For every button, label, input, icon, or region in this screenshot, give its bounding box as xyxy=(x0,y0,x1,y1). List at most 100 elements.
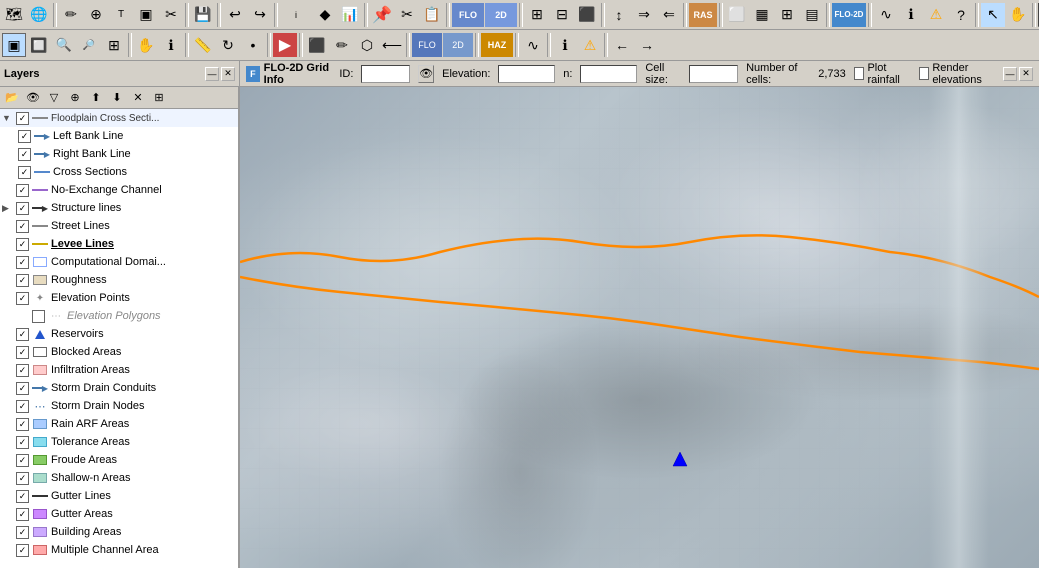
cb-tolerance-areas[interactable] xyxy=(16,436,29,449)
tb-table-btn[interactable]: ⬜ xyxy=(725,3,749,27)
tb-flo2d-btn2[interactable]: 2D xyxy=(485,3,517,27)
tb2-select2-btn[interactable]: ⬛ xyxy=(305,33,329,57)
cb-comp-domain[interactable] xyxy=(16,256,29,269)
plot-rainfall-checkbox[interactable] xyxy=(854,67,865,80)
tb2-polygon-btn[interactable]: ⬡ xyxy=(355,33,379,57)
tb-ras-btn[interactable]: RAS xyxy=(689,3,717,27)
tb-move-btn[interactable]: ↕ xyxy=(607,3,631,27)
cb-shallow-n-areas[interactable] xyxy=(16,472,29,485)
cb-building-areas[interactable] xyxy=(16,526,29,539)
tb2-haz-btn[interactable]: HAZ xyxy=(481,33,513,57)
tb-table4-btn[interactable]: ▤ xyxy=(800,3,824,27)
n-input[interactable] xyxy=(580,65,637,83)
tb-cursor-btn[interactable]: ↖ xyxy=(981,3,1005,27)
tb-text-btn[interactable]: T xyxy=(109,3,133,27)
tb2-point-btn[interactable]: • xyxy=(241,33,265,57)
tb2-draw-btn[interactable]: ✏ xyxy=(330,33,354,57)
tb-flo2d-btn[interactable]: FLO xyxy=(452,3,484,27)
tb-table3-btn[interactable]: ⊞ xyxy=(775,3,799,27)
tb-flow-btn[interactable]: ⇒ xyxy=(632,3,656,27)
layer-item-reservoirs[interactable]: ▶ Reservoirs xyxy=(0,325,238,343)
tb2-2d-btn[interactable]: 2D xyxy=(443,33,473,57)
layer-item-infiltration-areas[interactable]: ▶ Infiltration Areas xyxy=(0,361,238,379)
tb-globe-btn[interactable]: 🌐 xyxy=(27,3,51,27)
layers-tb-open[interactable]: 📂 xyxy=(2,89,22,107)
layer-item-comp-domain[interactable]: ▶ Computational Domai... xyxy=(0,253,238,271)
tb-cut-btn[interactable]: ✂ xyxy=(395,3,419,27)
cb-left-bank[interactable] xyxy=(18,130,31,143)
layers-tb-expand[interactable]: ⊞ xyxy=(149,89,169,107)
layers-tb-eye[interactable]: 👁 xyxy=(23,89,43,107)
layer-item-storm-drain-nodes[interactable]: ▶ ⋯ Storm Drain Nodes xyxy=(0,397,238,415)
layer-item-street-lines[interactable]: ▶ Street Lines xyxy=(0,217,238,235)
id-input[interactable] xyxy=(361,65,410,83)
tb-paste-btn[interactable]: 📋 xyxy=(420,3,444,27)
tb2-nav2-btn[interactable]: → xyxy=(635,33,659,57)
cb-structure-lines[interactable] xyxy=(16,202,29,215)
tb2-hand-btn[interactable]: 🔲 xyxy=(27,33,51,57)
map-area[interactable] xyxy=(240,87,1039,568)
tb-shape-btn[interactable]: ⬛ xyxy=(575,3,599,27)
cell-size-input[interactable] xyxy=(689,65,738,83)
cb-right-bank[interactable] xyxy=(18,148,31,161)
tb-clip-btn[interactable]: ✂ xyxy=(159,3,183,27)
layers-tb-select[interactable]: ⊕ xyxy=(65,89,85,107)
layers-tb-remove[interactable]: ✕ xyxy=(128,89,148,107)
cb-gutter-areas[interactable] xyxy=(16,508,29,521)
layer-item-building-areas[interactable]: ▶ Building Areas xyxy=(0,523,238,541)
tb-pencil-btn[interactable]: ✏ xyxy=(59,3,83,27)
tb-save-btn[interactable]: 💾 xyxy=(191,3,215,27)
layers-close-btn[interactable]: ✕ xyxy=(221,67,235,81)
layer-item-cross-sections[interactable]: Cross Sections xyxy=(16,163,238,181)
layers-tb-filter[interactable]: ▽ xyxy=(44,89,64,107)
cb-rain-arf-areas[interactable] xyxy=(16,418,29,431)
tb2-select-btn[interactable]: ▣ xyxy=(2,33,26,57)
cb-levee-lines[interactable] xyxy=(16,238,29,251)
tb2-measure-btn[interactable]: 📏 xyxy=(191,33,215,57)
flo2d-close-btn[interactable]: ✕ xyxy=(1019,67,1033,81)
tb-map-btn[interactable]: 🗺 xyxy=(2,3,26,27)
layers-tb-up[interactable]: ⬆ xyxy=(86,89,106,107)
layer-item-froude-areas[interactable]: ▶ Froude Areas xyxy=(0,451,238,469)
cb-multiple-channel[interactable] xyxy=(16,544,29,557)
tb-warn-btn[interactable]: ⚠ xyxy=(924,3,948,27)
layers-tb-down[interactable]: ⬇ xyxy=(107,89,127,107)
tb-diamond-btn[interactable]: ◆ xyxy=(313,3,337,27)
tb-grid-btn[interactable]: ⊞ xyxy=(525,3,549,27)
tb-identify-btn[interactable]: i xyxy=(280,3,312,27)
tb-select-btn[interactable]: ▣ xyxy=(134,3,158,27)
cb-gutter-lines[interactable] xyxy=(16,490,29,503)
tb2-zoom-in-btn[interactable]: 🔍 xyxy=(52,33,76,57)
layer-item-structure-lines[interactable]: ▶ ▶ Structure lines xyxy=(0,199,238,217)
tb2-run-btn[interactable]: ▶ xyxy=(273,33,297,57)
expand-floodplain[interactable]: ▼ xyxy=(2,113,14,123)
tb-pin-btn[interactable]: 📌 xyxy=(370,3,394,27)
tb2-pan-btn[interactable]: ✋ xyxy=(134,33,158,57)
tb-node-btn[interactable]: ⊕ xyxy=(84,3,108,27)
layer-item-elevation-points[interactable]: ▶ ✦ Elevation Points xyxy=(0,289,238,307)
cb-elevation-points[interactable] xyxy=(16,292,29,305)
layer-item-floodplain[interactable]: ▼ Floodplain Cross Secti... xyxy=(0,109,238,127)
layer-item-rain-arf-areas[interactable]: ▶ Rain ARF Areas xyxy=(0,415,238,433)
tb-move2-btn[interactable]: ✋ xyxy=(1006,3,1030,27)
layer-item-left-bank[interactable]: ▶ Left Bank Line xyxy=(16,127,238,145)
tb2-nav1-btn[interactable]: ← xyxy=(610,33,634,57)
render-elevations-checkbox[interactable] xyxy=(919,67,930,80)
cb-reservoirs[interactable] xyxy=(16,328,29,341)
layer-item-roughness[interactable]: ▶ Roughness xyxy=(0,271,238,289)
layers-minimize-btn[interactable]: — xyxy=(205,67,219,81)
layer-item-storm-drain-conduits[interactable]: ▶ ▶ Storm Drain Conduits xyxy=(0,379,238,397)
layer-item-levee-lines[interactable]: ▶ Levee Lines xyxy=(0,235,238,253)
layer-item-right-bank[interactable]: ▶ Right Bank Line xyxy=(16,145,238,163)
layer-item-no-exchange[interactable]: ▶ No-Exchange Channel xyxy=(0,181,238,199)
tb-info-btn[interactable]: ℹ xyxy=(899,3,923,27)
tb2-identify-btn[interactable]: ℹ xyxy=(159,33,183,57)
tb-flo2d-logo[interactable]: FLO-2D xyxy=(832,3,866,27)
cb-roughness[interactable] xyxy=(16,274,29,287)
tb-chart-btn[interactable]: 📊 xyxy=(338,3,362,27)
expand-structure[interactable]: ▶ xyxy=(2,203,14,214)
tb2-flo2d-btn[interactable]: FLO xyxy=(412,33,442,57)
eye-icon[interactable]: 👁 xyxy=(418,65,434,83)
cb-infiltration-areas[interactable] xyxy=(16,364,29,377)
tb2-rotate-btn[interactable]: ↻ xyxy=(216,33,240,57)
